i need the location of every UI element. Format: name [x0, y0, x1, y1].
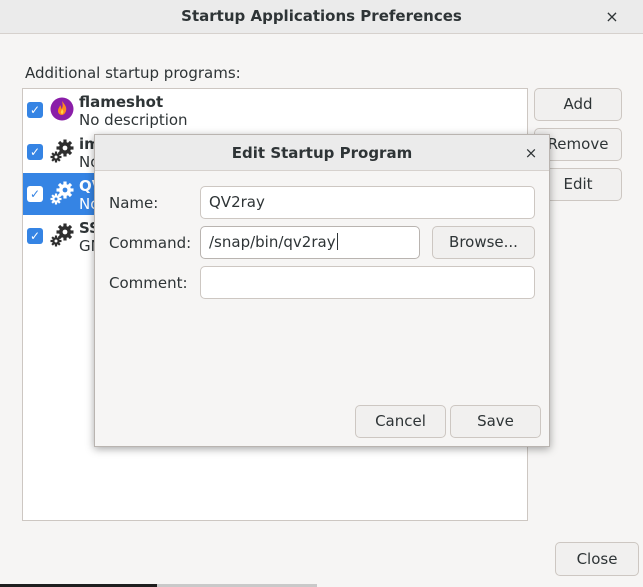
flameshot-icon — [50, 97, 74, 121]
checkbox-icon[interactable]: ✓ — [27, 144, 43, 160]
program-description: No description — [79, 111, 188, 129]
browse-button[interactable]: Browse... — [432, 226, 535, 259]
comment-label: Comment: — [109, 274, 188, 292]
name-field-value: QV2ray — [209, 193, 265, 211]
list-item[interactable]: ✓ flameshot No description — [23, 89, 527, 131]
dialog-title: Edit Startup Program — [231, 144, 413, 162]
comment-field[interactable] — [200, 266, 535, 299]
checkbox-icon[interactable]: ✓ — [27, 102, 43, 118]
window-title: Startup Applications Preferences — [181, 7, 462, 25]
close-button[interactable]: Close — [555, 542, 639, 576]
text-cursor — [336, 233, 338, 250]
gear-icon — [50, 181, 74, 205]
section-label: Additional startup programs: — [25, 64, 241, 82]
command-field[interactable]: /snap/bin/qv2ray — [200, 226, 420, 259]
command-field-value: /snap/bin/qv2ray — [209, 233, 336, 251]
name-field[interactable]: QV2ray — [200, 186, 535, 219]
cancel-button[interactable]: Cancel — [355, 405, 446, 438]
gear-icon — [50, 223, 74, 247]
window-close-icon[interactable]: × — [600, 5, 624, 29]
program-name: flameshot — [79, 93, 164, 111]
dialog-close-icon[interactable]: × — [520, 142, 542, 164]
add-button[interactable]: Add — [534, 88, 622, 121]
command-label: Command: — [109, 234, 192, 252]
checkbox-icon[interactable]: ✓ — [27, 186, 43, 202]
name-label: Name: — [109, 194, 159, 212]
gear-icon — [50, 139, 74, 163]
checkbox-icon[interactable]: ✓ — [27, 228, 43, 244]
save-button[interactable]: Save — [450, 405, 541, 438]
